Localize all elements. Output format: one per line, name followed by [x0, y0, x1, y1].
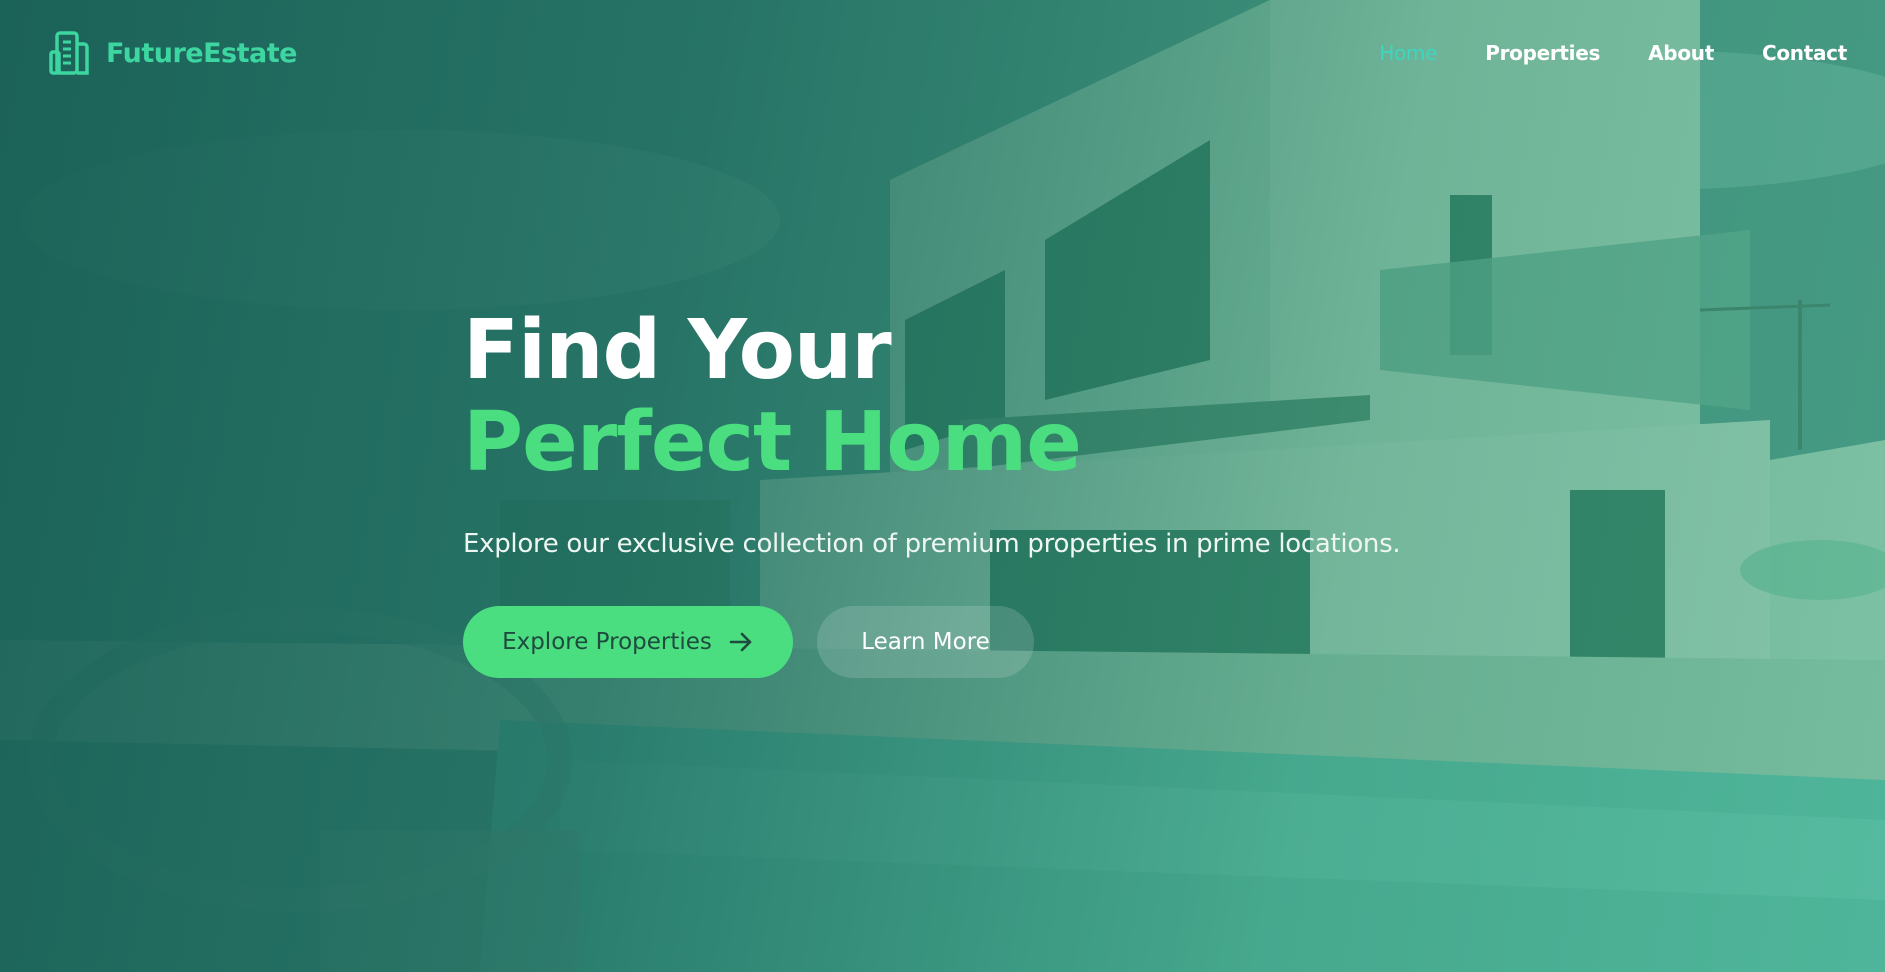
nav-item-contact[interactable]: Contact: [1762, 41, 1847, 65]
building-icon: [49, 31, 89, 75]
learn-more-label: Learn More: [861, 629, 990, 655]
learn-more-button[interactable]: Learn More: [817, 606, 1034, 678]
nav-item-properties[interactable]: Properties: [1485, 41, 1600, 65]
hero-headline-line1: Find Your: [463, 303, 892, 398]
nav-item-about[interactable]: About: [1648, 41, 1714, 65]
nav-item-home[interactable]: Home: [1379, 41, 1437, 65]
arrow-right-icon: [729, 632, 752, 652]
hero-subtitle: Explore our exclusive collection of prem…: [463, 529, 1401, 559]
explore-properties-label: Explore Properties: [502, 629, 712, 655]
hero-content: Find Your Perfect Home Explore our exclu…: [463, 303, 1401, 678]
explore-properties-button[interactable]: Explore Properties: [463, 606, 793, 678]
nav-links: Home Properties About Contact: [1379, 41, 1847, 65]
brand-name: FutureEstate: [106, 37, 297, 69]
brand-logo[interactable]: FutureEstate: [48, 30, 297, 76]
hero-headline-line2: Perfect Home: [463, 395, 1082, 490]
hero-actions: Explore Properties Learn More: [463, 606, 1400, 678]
top-navigation: FutureEstate Home Properties About Conta…: [0, 0, 1885, 106]
hero-section: FutureEstate Home Properties About Conta…: [0, 0, 1885, 972]
